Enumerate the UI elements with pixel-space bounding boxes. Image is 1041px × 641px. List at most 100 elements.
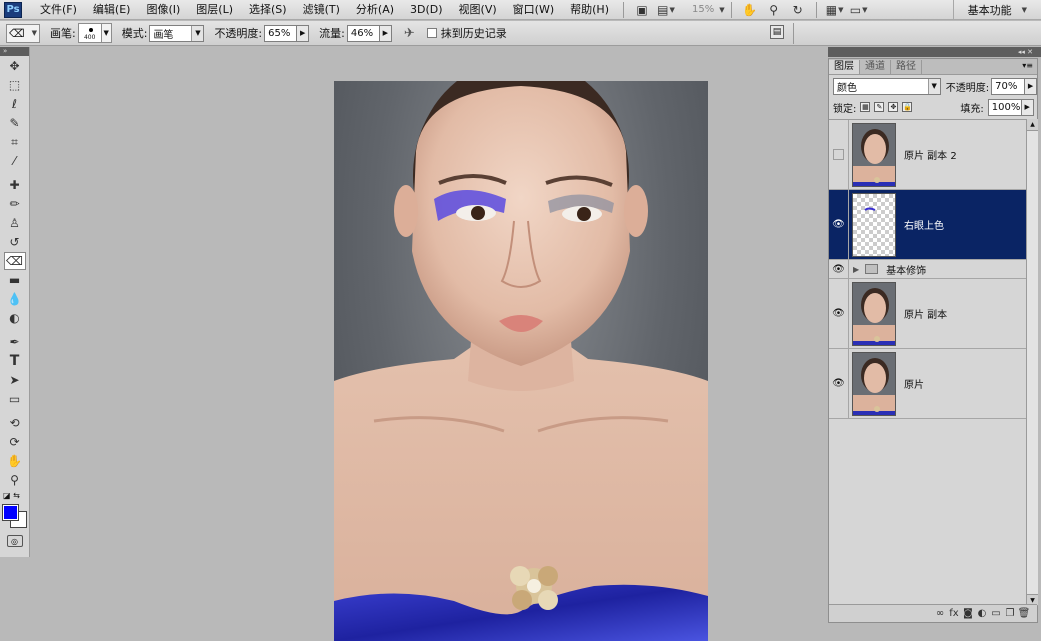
delete-layer-icon[interactable]: 🗑 <box>1017 608 1031 619</box>
right-ear <box>624 185 648 237</box>
visibility-toggle[interactable]: 👁 <box>829 349 849 418</box>
menu-edit[interactable]: 编辑(E) <box>85 0 139 20</box>
foreground-color-swatch[interactable] <box>2 504 19 521</box>
path-select-tool-icon[interactable]: ➤ <box>4 371 26 389</box>
layer-thumbnail <box>852 122 896 187</box>
menu-layer[interactable]: 图层(L) <box>188 0 241 20</box>
layer-opacity-slider-icon[interactable]: ▶ <box>1025 77 1037 95</box>
history-brush-tool-icon[interactable]: ↺ <box>4 233 26 251</box>
layer-row-selected[interactable]: 👁 右眼上色 <box>829 190 1026 260</box>
link-layers-icon[interactable]: ∞ <box>933 608 947 619</box>
quick-select-tool-icon[interactable]: ✎ <box>4 114 26 132</box>
new-group-icon[interactable]: ▭ <box>989 608 1003 619</box>
menu-3d[interactable]: 3D(D) <box>402 0 451 20</box>
screen-mode-icon[interactable]: ▭ ▼ <box>850 3 868 17</box>
flow-slider-icon[interactable]: ▶ <box>379 24 392 42</box>
lock-transparency-icon[interactable]: ▦ <box>860 102 871 112</box>
zoom-level[interactable]: 15% <box>692 4 714 15</box>
blend-mode-select[interactable]: 颜色 ▼ <box>833 77 941 95</box>
quick-mask-icon[interactable]: ◎ <box>6 535 23 547</box>
layer-row[interactable]: 👁 原片 <box>829 349 1026 419</box>
dodge-tool-icon[interactable]: ◐ <box>4 309 26 327</box>
tab-layers[interactable]: 图层 <box>829 60 860 74</box>
shape-tool-icon[interactable]: ▭ <box>4 390 26 408</box>
3d-orbit-tool-icon[interactable]: ⟳ <box>4 433 26 451</box>
eyedropper-tool-icon[interactable]: ⁄ <box>4 152 26 170</box>
crop-tool-icon[interactable]: ⌗ <box>4 133 26 151</box>
clone-stamp-tool-icon[interactable]: ♙ <box>4 214 26 232</box>
menu-image[interactable]: 图像(I) <box>138 0 188 20</box>
panel-menu-icon[interactable]: ▾≡ <box>1022 61 1033 70</box>
tab-paths[interactable]: 路径 <box>891 60 922 74</box>
bridge-icon[interactable]: ▣ <box>633 3 651 17</box>
view-extras-icon[interactable]: ▤ ▼ <box>657 3 675 17</box>
lasso-tool-icon[interactable]: ℓ <box>4 95 26 113</box>
arrange-documents-icon[interactable]: ▦ ▼ <box>826 3 844 17</box>
zoom-dropdown-icon[interactable]: ▼ <box>719 6 724 14</box>
3d-rotate-tool-icon[interactable]: ⟲ <box>4 414 26 432</box>
brush-panel-icon[interactable]: ▤ <box>770 25 784 39</box>
brush-tool-icon[interactable]: ✏ <box>4 195 26 213</box>
workspace-switcher[interactable]: 基本功能 ▼ <box>952 0 1041 20</box>
type-tool-icon[interactable]: T <box>4 352 26 370</box>
opacity-slider-icon[interactable]: ▶ <box>297 24 310 42</box>
menu-view[interactable]: 视图(V) <box>451 0 505 20</box>
blur-tool-icon[interactable]: 💧 <box>4 290 26 308</box>
hand-tool-icon[interactable]: ✋ <box>4 452 26 470</box>
tab-channels[interactable]: 通道 <box>860 60 891 74</box>
layer-row[interactable]: 原片 副本 2 <box>829 120 1026 190</box>
toolbox: » ✥ ⬚ ℓ ✎ ⌗ ⁄ ✚ ✏ ♙ ↺ ⌫ ▬ 💧 ◐ ✒ T ➤ ▭ ⟲ … <box>0 47 30 557</box>
lock-pixels-icon[interactable]: ✎ <box>874 102 885 112</box>
visibility-toggle[interactable]: 👁 <box>829 260 849 278</box>
layer-name: 原片 <box>904 380 924 391</box>
zoom-tool-icon[interactable]: ⚲ <box>4 471 26 489</box>
brush-dropdown-icon[interactable]: ▼ <box>101 23 112 43</box>
visibility-toggle[interactable]: 👁 <box>829 279 849 348</box>
hand-icon[interactable]: ✋ <box>741 3 759 17</box>
lock-all-icon[interactable]: 🔒 <box>902 102 913 112</box>
expand-group-icon[interactable]: ▶ <box>853 265 859 274</box>
adjustment-layer-icon[interactable]: ◐ <box>975 608 989 619</box>
airbrush-icon[interactable]: ✈ <box>404 26 415 41</box>
scroll-up-icon[interactable]: ▲ <box>1027 119 1038 131</box>
tool-preset-picker[interactable]: ⌫ ▼ <box>6 23 40 43</box>
layer-opacity-input[interactable]: 70% <box>991 77 1026 95</box>
new-layer-icon[interactable]: ❐ <box>1003 608 1017 619</box>
erase-to-history-checkbox[interactable] <box>426 28 437 38</box>
opacity-input[interactable]: 65% <box>264 24 298 42</box>
document-canvas[interactable] <box>334 81 708 641</box>
menu-window[interactable]: 窗口(W) <box>505 0 562 20</box>
layer-name: 原片 副本 <box>904 310 948 321</box>
visibility-toggle[interactable]: 👁 <box>829 190 849 259</box>
toolbox-collapse-icon[interactable]: » <box>0 47 29 56</box>
menu-select[interactable]: 选择(S) <box>241 0 295 20</box>
menu-analysis[interactable]: 分析(A) <box>348 0 402 20</box>
move-tool-icon[interactable]: ✥ <box>4 57 26 75</box>
layer-style-icon[interactable]: fx <box>947 608 961 619</box>
blend-mode-value: 颜色 <box>837 82 857 94</box>
zoom-icon[interactable]: ⚲ <box>765 3 783 17</box>
brush-preset-picker[interactable]: 400 <box>77 23 102 43</box>
layer-row[interactable]: 👁 原片 副本 <box>829 279 1026 349</box>
mode-select[interactable]: 画笔 ▼ <box>149 24 205 42</box>
rotate-view-icon[interactable]: ↻ <box>789 3 807 17</box>
menu-help[interactable]: 帮助(H) <box>562 0 617 20</box>
healing-tool-icon[interactable]: ✚ <box>4 176 26 194</box>
layer-opacity-label: 不透明度: <box>945 82 990 94</box>
layers-scrollbar[interactable]: ▲ ▼ <box>1026 119 1038 606</box>
swap-colors-icon[interactable]: ◪ ⇆ <box>3 491 20 500</box>
panel-dock-bar[interactable]: ◂◂ ✕ <box>828 47 1041 57</box>
lock-position-icon[interactable]: ✥ <box>888 102 899 112</box>
gradient-tool-icon[interactable]: ▬ <box>4 271 26 289</box>
menu-file[interactable]: 文件(F) <box>32 0 85 20</box>
fill-input[interactable]: 100% <box>987 98 1022 116</box>
pen-tool-icon[interactable]: ✒ <box>4 333 26 351</box>
layer-group-row[interactable]: 👁 ▶ 基本修饰 <box>829 260 1026 279</box>
visibility-toggle[interactable] <box>829 120 849 189</box>
marquee-tool-icon[interactable]: ⬚ <box>4 76 26 94</box>
fill-slider-icon[interactable]: ▶ <box>1021 98 1034 116</box>
menu-filter[interactable]: 滤镜(T) <box>295 0 348 20</box>
add-mask-icon[interactable]: ◙ <box>961 608 975 619</box>
eraser-tool-icon[interactable]: ⌫ <box>3 252 26 270</box>
flow-input[interactable]: 46% <box>346 24 380 42</box>
